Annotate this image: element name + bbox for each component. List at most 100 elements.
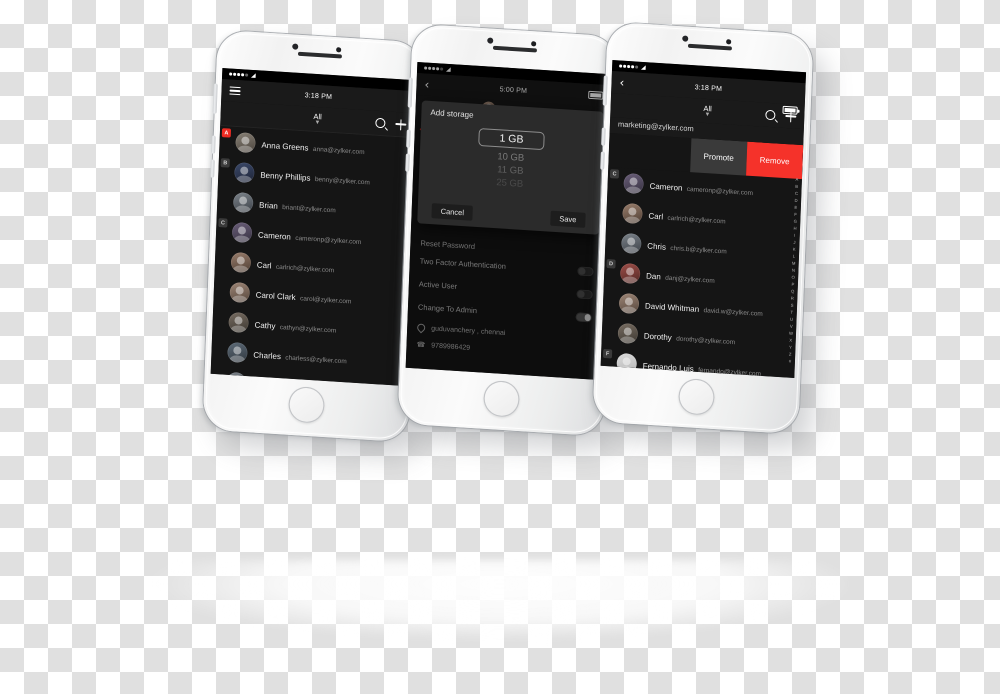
contact-email: dorothy@zylker.com <box>676 335 736 347</box>
contact-name: Anna Greens <box>261 140 309 153</box>
alpha-letter[interactable]: E <box>794 204 797 209</box>
home-button[interactable] <box>287 385 326 424</box>
alpha-letter[interactable]: U <box>790 316 793 321</box>
hamburger-menu-icon[interactable] <box>229 86 241 96</box>
section-badge: D <box>606 259 616 269</box>
avatar <box>622 202 643 225</box>
alpha-letter[interactable]: J <box>793 239 795 244</box>
avatar <box>228 311 249 334</box>
avatar <box>620 232 642 255</box>
alpha-letter[interactable]: I <box>794 232 795 237</box>
cancel-button[interactable]: Cancel <box>431 203 474 221</box>
phone-device-2: ◢ ‹ 5:00 PM Carol Clark Profile Info Set… <box>397 23 619 437</box>
contact-email: carlrich@zylker.com <box>275 263 335 275</box>
home-button[interactable] <box>677 377 716 416</box>
section-badge: A <box>221 128 232 138</box>
alpha-letter[interactable]: F <box>794 211 797 216</box>
wifi-icon: ◢ <box>250 72 256 79</box>
avatar <box>229 281 251 304</box>
earpiece-speaker <box>297 51 342 59</box>
volume-down-button[interactable] <box>599 151 605 170</box>
proximity-sensor <box>336 47 341 52</box>
contact-name: David Whitman <box>644 301 700 314</box>
alpha-letter[interactable]: # <box>789 358 792 363</box>
contact-email: danj@zylker.com <box>665 274 715 285</box>
section-badge: B <box>220 158 230 168</box>
plus-icon[interactable] <box>785 110 796 122</box>
section-badge: C <box>609 169 620 179</box>
remove-button[interactable]: Remove <box>746 141 804 180</box>
contact-email: chris.b@zylker.com <box>670 244 727 256</box>
contact-name: Carl <box>648 211 664 222</box>
contact-email: chris.b@zylker.com <box>275 384 332 386</box>
alpha-letter[interactable]: B <box>795 183 798 188</box>
alpha-letter[interactable]: K <box>793 246 796 251</box>
alpha-letter[interactable]: X <box>789 337 792 342</box>
volume-up-button[interactable] <box>600 127 606 146</box>
search-icon[interactable] <box>375 117 386 129</box>
avatar <box>617 322 639 345</box>
contact-name: Charles <box>253 350 282 362</box>
section-badge: F <box>602 348 613 359</box>
alpha-letter[interactable]: V <box>790 323 793 328</box>
contact-list-1[interactable]: A Anna Greens anna@zylker.com B Benny Ph… <box>210 125 414 386</box>
avatar <box>231 221 253 244</box>
volume-down-button[interactable] <box>404 153 410 172</box>
contact-name: Cathy <box>254 320 276 331</box>
contact-email: fernando@zylker.com <box>698 366 762 378</box>
volume-down-button[interactable] <box>209 159 215 178</box>
avatar <box>232 191 254 214</box>
avatar <box>616 352 638 375</box>
contact-email: david.w@zylker.com <box>703 307 763 318</box>
volume-up-button[interactable] <box>405 129 411 148</box>
contact-email: anna@zylker.com <box>312 145 365 157</box>
alpha-letter[interactable]: D <box>795 197 798 202</box>
alpha-letter[interactable]: S <box>791 302 794 307</box>
alpha-letter[interactable]: W <box>789 330 793 335</box>
power-button[interactable] <box>212 83 218 114</box>
alpha-letter[interactable]: G <box>794 218 797 223</box>
power-button[interactable] <box>407 77 413 108</box>
alpha-letter[interactable]: O <box>791 274 794 279</box>
avatar <box>230 251 252 274</box>
search-icon[interactable] <box>765 109 776 121</box>
avatar <box>623 172 645 195</box>
power-button[interactable] <box>602 75 608 106</box>
alpha-letter[interactable]: T <box>790 309 793 314</box>
contact-email: cameronp@zylker.com <box>686 185 754 198</box>
contact-email: briant@zylker.com <box>282 204 336 215</box>
alpha-letter[interactable]: Z <box>789 351 792 356</box>
chevron-left-icon[interactable]: ‹ <box>619 76 624 90</box>
alpha-letter[interactable]: Y <box>789 344 792 349</box>
phone-device-1: ◢ 3:18 PM All ▼ A Anna Greens anna@zylke… <box>202 29 424 443</box>
contact-email: cameronp@zylker.com <box>295 234 362 247</box>
alpha-letter[interactable]: H <box>793 225 796 230</box>
storage-picker[interactable]: 1 GB 10 GB 11 GB 25 GB <box>418 124 603 209</box>
plus-icon[interactable] <box>395 118 406 130</box>
volume-up-button[interactable] <box>210 135 216 154</box>
contact-name: Carol Clark <box>255 290 296 303</box>
front-camera <box>682 35 689 42</box>
alpha-letter[interactable]: L <box>793 253 796 258</box>
avatar <box>225 371 247 386</box>
alpha-letter[interactable]: Q <box>791 288 794 293</box>
alpha-letter[interactable]: R <box>791 295 794 300</box>
contact-name: Brian <box>258 200 278 211</box>
alpha-letter[interactable]: M <box>792 260 796 265</box>
avatar <box>619 262 641 285</box>
contact-list-3[interactable]: A B C D E F G H I J K L M N O P Q R S T … <box>600 132 804 378</box>
contact-name: Cameron <box>649 181 683 193</box>
alpha-letter[interactable]: C <box>795 190 798 195</box>
proximity-sensor <box>726 39 731 44</box>
list-item[interactable]: Frida Marquez frida.m@zylker.com <box>601 377 794 378</box>
alpha-letter[interactable]: A <box>795 176 798 181</box>
alpha-letter[interactable]: P <box>791 281 794 286</box>
promote-button[interactable]: Promote <box>690 138 748 176</box>
picker-selected-value[interactable]: 1 GB <box>478 128 545 151</box>
alpha-letter[interactable]: N <box>792 267 795 272</box>
picker-option[interactable]: 25 GB <box>496 176 523 191</box>
contact-email: cathyn@zylker.com <box>279 324 337 335</box>
contact-name: Dorothy <box>643 331 672 343</box>
save-button[interactable]: Save <box>550 210 586 228</box>
home-button[interactable] <box>482 379 521 418</box>
